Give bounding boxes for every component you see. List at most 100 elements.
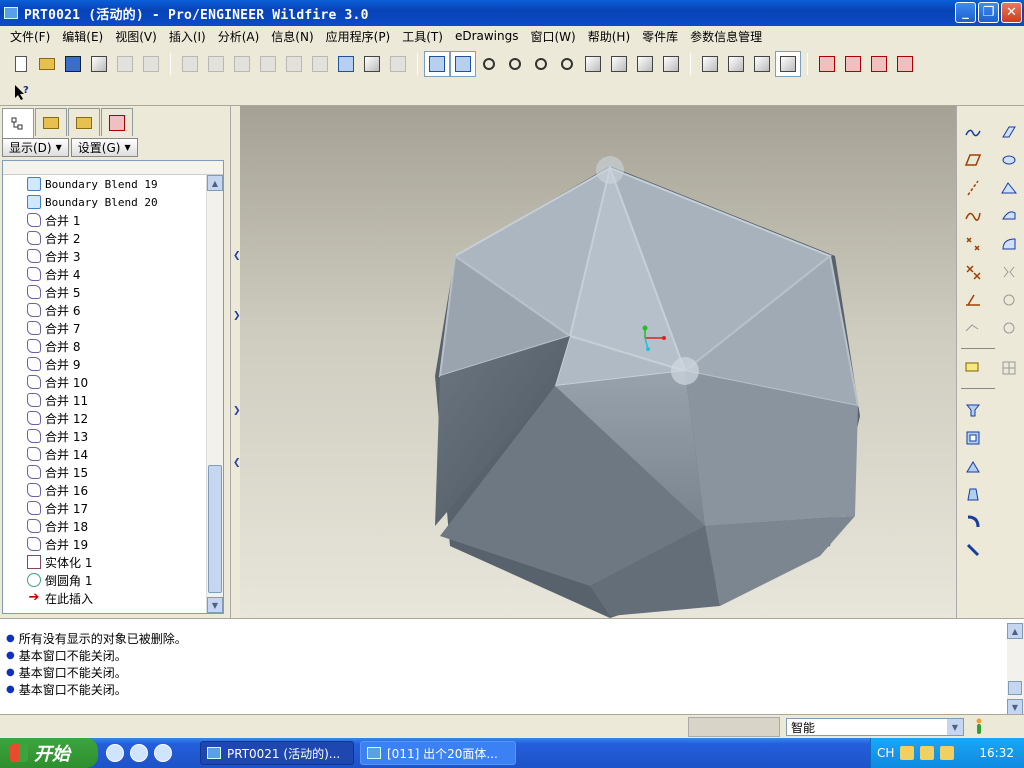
mail-link-button[interactable] bbox=[138, 51, 164, 77]
reorient-button[interactable] bbox=[580, 51, 606, 77]
tree-item[interactable]: 合并 16 bbox=[3, 481, 207, 499]
tray-icon[interactable] bbox=[900, 746, 915, 760]
datum-axis-tool-button[interactable] bbox=[961, 176, 985, 200]
tree-item[interactable]: 合并 6 bbox=[3, 301, 207, 319]
print-button[interactable] bbox=[86, 51, 112, 77]
tree-item[interactable]: 合并 4 bbox=[3, 265, 207, 283]
datum-points-button[interactable] bbox=[866, 51, 892, 77]
tree-item[interactable]: 合并 9 bbox=[3, 355, 207, 373]
tree-item[interactable]: 合并 11 bbox=[3, 391, 207, 409]
model-tree-scrollbar[interactable]: ▲ ▼ bbox=[206, 175, 223, 613]
copy-button[interactable] bbox=[255, 51, 281, 77]
zoom-out-button[interactable] bbox=[528, 51, 554, 77]
save-button[interactable] bbox=[60, 51, 86, 77]
maximize-button[interactable]: ❐ bbox=[978, 2, 999, 23]
tree-item[interactable]: 合并 3 bbox=[3, 247, 207, 265]
tree-item[interactable]: ➔ 在此插入 bbox=[3, 589, 207, 607]
repaint-button[interactable] bbox=[424, 51, 450, 77]
context-help-button[interactable]: ? bbox=[8, 79, 34, 105]
tree-item[interactable]: 合并 10 bbox=[3, 373, 207, 391]
tree-item[interactable]: 合并 7 bbox=[3, 319, 207, 337]
tree-item[interactable]: 合并 18 bbox=[3, 517, 207, 535]
view-manager-button[interactable] bbox=[658, 51, 684, 77]
tree-item[interactable]: 合并 1 bbox=[3, 211, 207, 229]
datum-plane-tool-button[interactable] bbox=[961, 148, 985, 172]
table-button[interactable] bbox=[997, 356, 1021, 380]
shading-button[interactable] bbox=[775, 51, 801, 77]
blend-button[interactable] bbox=[997, 204, 1021, 228]
message-scrollbar[interactable]: ▲ ▼ bbox=[1007, 623, 1024, 715]
analysis-feature-button[interactable] bbox=[961, 316, 985, 340]
task-proe[interactable]: PRT0021 (活动的)... bbox=[200, 741, 354, 765]
ie-icon[interactable] bbox=[106, 744, 124, 762]
menu-tools[interactable]: 工具(T) bbox=[396, 28, 449, 45]
refit-button[interactable] bbox=[554, 51, 580, 77]
undo-button[interactable] bbox=[177, 51, 203, 77]
tree-item[interactable]: 实体化 1 bbox=[3, 553, 207, 571]
sweep-button[interactable] bbox=[997, 176, 1021, 200]
language-indicator[interactable]: CH bbox=[877, 746, 894, 760]
menu-view[interactable]: 视图(V) bbox=[109, 28, 163, 45]
merge-button[interactable] bbox=[997, 316, 1021, 340]
minimize-button[interactable]: _ bbox=[955, 2, 976, 23]
datum-planes-button[interactable] bbox=[814, 51, 840, 77]
tree-item[interactable]: 合并 5 bbox=[3, 283, 207, 301]
close-button[interactable]: ✕ bbox=[1001, 2, 1022, 23]
menu-edrawings[interactable]: eDrawings bbox=[449, 29, 525, 43]
boundary-blend-button[interactable] bbox=[997, 232, 1021, 256]
tab-folder-browser[interactable] bbox=[35, 108, 67, 136]
round-button[interactable] bbox=[961, 510, 985, 534]
datum-point-tool-button[interactable] bbox=[961, 232, 985, 256]
spin-center-button[interactable] bbox=[450, 51, 476, 77]
tree-item[interactable]: 合并 14 bbox=[3, 445, 207, 463]
menu-edit[interactable]: 编辑(E) bbox=[56, 28, 109, 45]
open-button[interactable] bbox=[34, 51, 60, 77]
start-button[interactable]: 开始 bbox=[0, 738, 98, 768]
cut-button[interactable] bbox=[229, 51, 255, 77]
find-button[interactable] bbox=[359, 51, 385, 77]
tree-item[interactable]: 合并 2 bbox=[3, 229, 207, 247]
browser-icon[interactable] bbox=[130, 744, 148, 762]
mirror-button[interactable] bbox=[997, 260, 1021, 284]
redo-button[interactable] bbox=[203, 51, 229, 77]
select-box-button[interactable] bbox=[385, 51, 411, 77]
wireframe-button[interactable] bbox=[697, 51, 723, 77]
tree-item[interactable]: 合并 8 bbox=[3, 337, 207, 355]
menu-file[interactable]: 文件(F) bbox=[4, 28, 56, 45]
revolve-button[interactable] bbox=[997, 148, 1021, 172]
scroll-down-button[interactable]: ▼ bbox=[1007, 699, 1023, 715]
scroll-thumb[interactable] bbox=[208, 465, 222, 593]
desktop-icon[interactable] bbox=[154, 744, 172, 762]
tray-icon[interactable] bbox=[940, 746, 955, 760]
regenerate-button[interactable] bbox=[333, 51, 359, 77]
coord-sys-button[interactable] bbox=[892, 51, 918, 77]
rib-button[interactable] bbox=[961, 454, 985, 478]
scroll-thumb[interactable] bbox=[1008, 681, 1022, 695]
saved-views-button[interactable] bbox=[606, 51, 632, 77]
datum-axes-button[interactable] bbox=[840, 51, 866, 77]
panel-sash[interactable]: ❮ ❯ ❯ ❮ bbox=[230, 106, 241, 618]
no-hidden-button[interactable] bbox=[749, 51, 775, 77]
draft-button[interactable] bbox=[961, 482, 985, 506]
sketch-tool-button[interactable] bbox=[961, 120, 985, 144]
pattern-button[interactable] bbox=[997, 288, 1021, 312]
zoom-in-button[interactable] bbox=[502, 51, 528, 77]
tab-connections[interactable] bbox=[101, 108, 133, 136]
note-button[interactable] bbox=[961, 356, 985, 380]
extrude-button[interactable] bbox=[997, 120, 1021, 144]
hole-button[interactable] bbox=[961, 398, 985, 422]
tree-item[interactable]: 合并 15 bbox=[3, 463, 207, 481]
datum-coord-button[interactable] bbox=[961, 288, 985, 312]
menu-insert[interactable]: 插入(I) bbox=[163, 28, 212, 45]
settings-dropdown[interactable]: 设置(G) ▼ bbox=[70, 138, 138, 157]
menu-help[interactable]: 帮助(H) bbox=[582, 28, 636, 45]
chamfer-button[interactable] bbox=[961, 538, 985, 562]
tree-item[interactable]: Boundary Blend 20 bbox=[3, 193, 207, 211]
menu-applications[interactable]: 应用程序(P) bbox=[320, 28, 397, 45]
scroll-up-button[interactable]: ▲ bbox=[1007, 623, 1023, 639]
shell-button[interactable] bbox=[961, 426, 985, 450]
tree-item[interactable]: 倒圆角 1 bbox=[3, 571, 207, 589]
mail-button[interactable] bbox=[112, 51, 138, 77]
selection-filter[interactable]: 智能 ▼ bbox=[786, 718, 964, 736]
tree-item[interactable]: 合并 17 bbox=[3, 499, 207, 517]
